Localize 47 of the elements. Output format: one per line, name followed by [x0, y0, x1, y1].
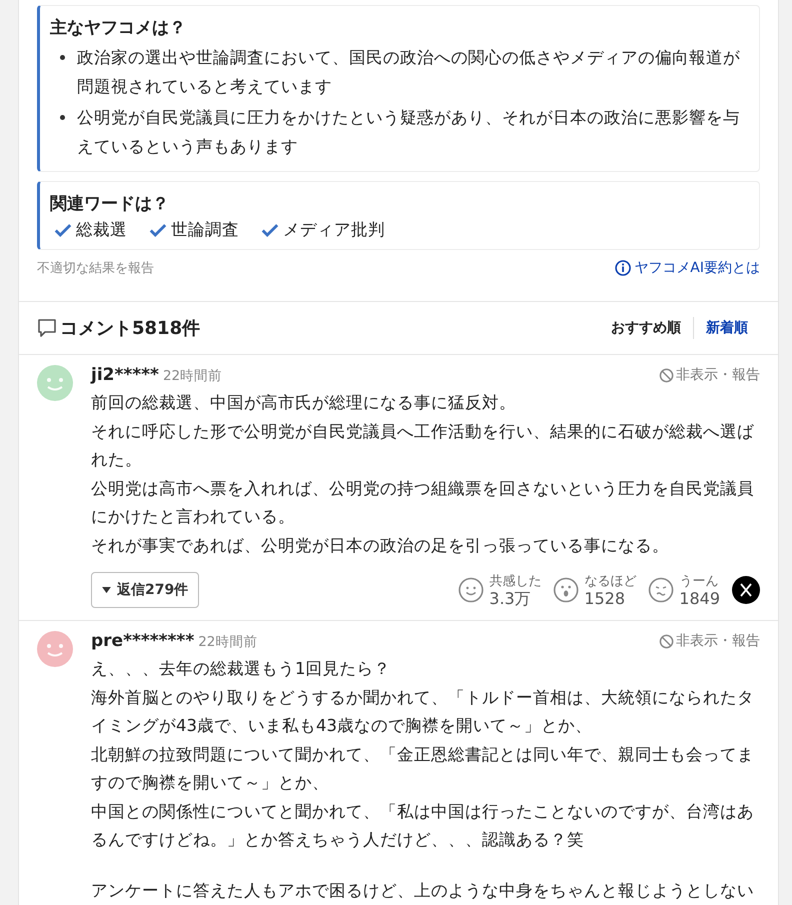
- keyword: メディア批判: [283, 219, 385, 241]
- summary-point: 公明党が自民党議員に圧力をかけたという疑惑があり、それが日本の政治に悪影響を与えているという声もあります: [77, 107, 741, 158]
- sort-tab[interactable]: おすすめ順: [599, 317, 693, 339]
- hide-report-link[interactable]: 非表示・報告: [659, 632, 760, 650]
- comment-text: 公明党は高市へ票を入れれば、公明党の持つ組織票を回さないという圧力を自民党議員にかけたと言われている。: [91, 478, 755, 528]
- comment-text: それが事実であれば、公明党が日本の政治の足を引っ張っている事になる。: [91, 534, 670, 556]
- avatar-icon: [37, 365, 73, 401]
- info-icon: [615, 260, 632, 276]
- replies-button[interactable]: 返信279件: [91, 572, 200, 608]
- comment-icon: [37, 318, 57, 338]
- bullet-icon: [60, 55, 65, 60]
- keywords-title: 関連ワードは？: [50, 193, 170, 215]
- about-link[interactable]: ヤフコメAI要約とは: [615, 259, 760, 277]
- caret-icon: [102, 586, 111, 594]
- x-share-icon[interactable]: [732, 576, 760, 604]
- user-name[interactable]: ji2*****: [91, 365, 159, 385]
- reaction-button[interactable]: 共感した 3.3万: [458, 573, 542, 607]
- comment-text: それに呼応した形で公明党が自民党議員へ工作活動を行い、結果的に石破が総裁へ選ばれた。: [91, 420, 755, 471]
- bullet-icon: [60, 115, 65, 120]
- block-icon: [659, 634, 674, 648]
- summary-title: 主なヤフコメは？: [50, 17, 187, 39]
- face-icon: [458, 577, 484, 603]
- comment-time: 22時間前: [162, 368, 222, 384]
- summary-point: 政治家の選出や世論調査において、国民の政治への関心の低さやメディアの偏向報道が問題視されていると考えています: [77, 47, 741, 98]
- face-icon: [553, 577, 580, 603]
- check-icon: [261, 222, 279, 238]
- hide-report-link[interactable]: 非表示・報告: [659, 366, 760, 384]
- comment-text: 北朝鮮の拉致問題について聞かれて、「金正恩総書記とは同い年で、親同士も会ってますので胸襟を開いて～」とか、: [91, 744, 755, 794]
- comment-time: 22時間前: [198, 634, 258, 650]
- check-icon: [149, 222, 167, 238]
- comment-text: 中国との関係性についてと聞かれて、「私は中国は行ったことないのですが、台湾はあるんですけどね。」とか答えちゃう人だけど、、、認識ある？笑: [91, 800, 755, 851]
- comments-title: コメント5818件: [60, 317, 200, 340]
- reaction-button[interactable]: うーん 1849: [648, 573, 720, 607]
- avatar-icon: [37, 631, 73, 667]
- keyword: 総裁選: [76, 219, 127, 241]
- user-name[interactable]: pre********: [91, 631, 194, 651]
- comment-text: え、、、去年の総裁選もう1回見たら？: [91, 658, 392, 680]
- sort-tab[interactable]: 新着順: [693, 317, 760, 339]
- face-icon: [648, 577, 674, 603]
- comment-text: 前回の総裁選、中国が高市氏が総理になる事に猛反対。: [91, 392, 517, 414]
- check-icon: [54, 222, 72, 238]
- keyword: 世論調査: [171, 219, 239, 241]
- comment-text: 海外首脳とのやり取りをどうするか聞かれて、「トルドー首相は、大統領になられたタイミングが43歳で、いま私も43歳なので胸襟を開いて～」とか、: [91, 686, 755, 737]
- comment-text: アンケートに答えた人もアホで困るけど、上のような中身をちゃんと報じようとしない: [91, 880, 755, 902]
- reaction-button[interactable]: なるほど 1528: [553, 573, 636, 607]
- block-icon: [659, 368, 674, 382]
- report-link[interactable]: 不適切な結果を報告: [37, 259, 154, 277]
